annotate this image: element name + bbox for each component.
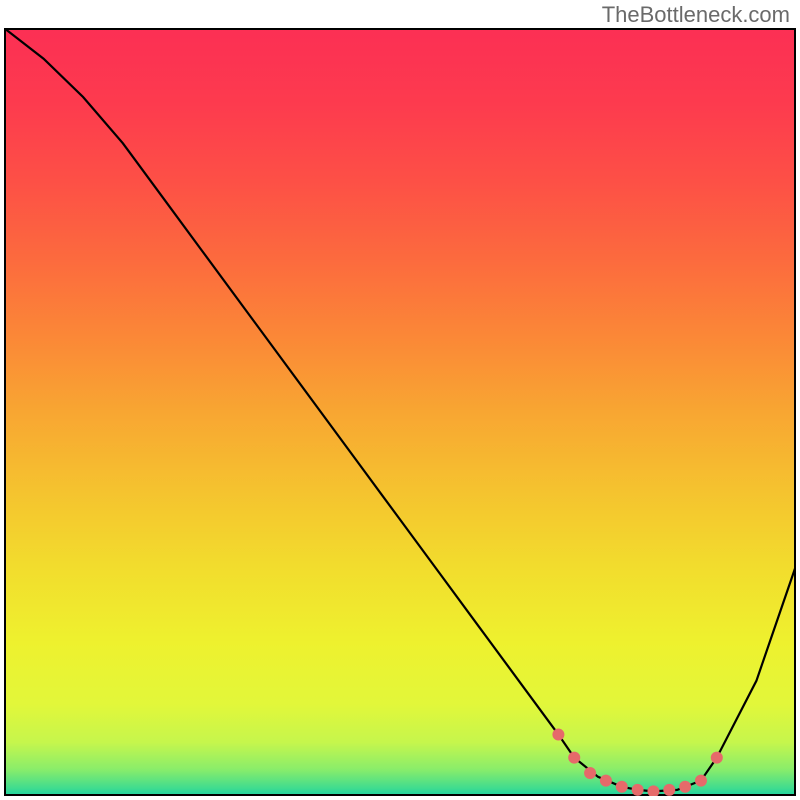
optimal-marker xyxy=(552,729,564,741)
optimal-marker xyxy=(600,775,612,787)
optimal-marker xyxy=(663,784,675,796)
optimal-marker xyxy=(632,784,644,796)
optimal-marker xyxy=(584,767,596,779)
optimal-marker xyxy=(568,752,580,764)
optimal-marker xyxy=(711,752,723,764)
optimal-marker xyxy=(679,781,691,793)
optimal-marker xyxy=(695,775,707,787)
optimal-marker xyxy=(616,781,628,793)
chart-svg xyxy=(4,28,796,796)
attribution-text: TheBottleneck.com xyxy=(602,2,790,28)
bottleneck-chart xyxy=(4,28,796,796)
